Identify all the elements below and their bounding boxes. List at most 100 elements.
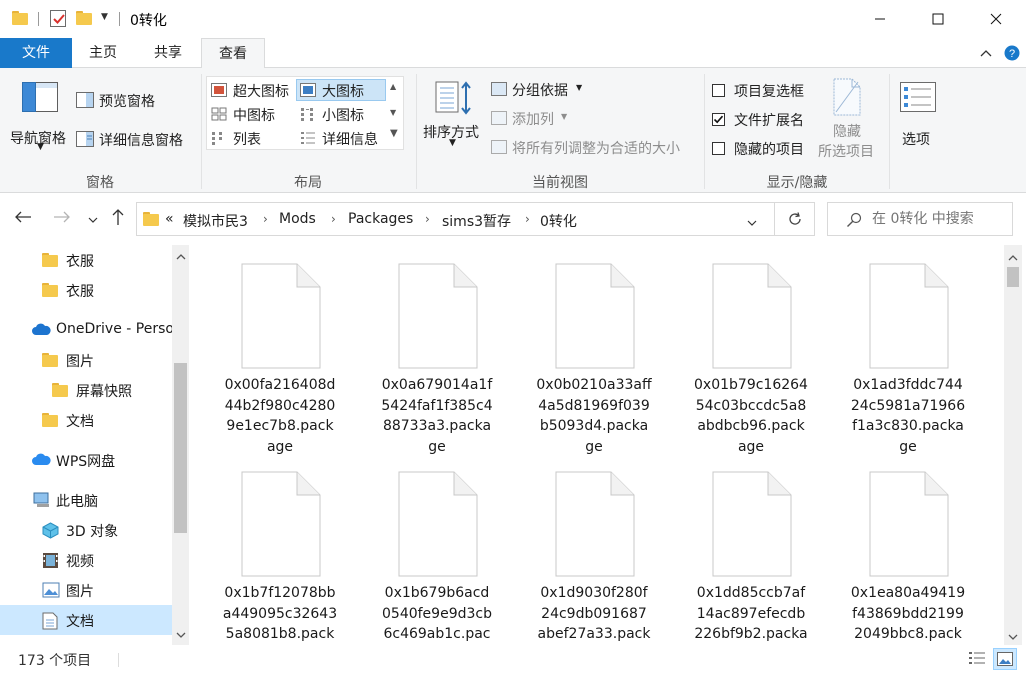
sidebar-item-pictures[interactable]: 图片	[0, 575, 172, 605]
folder-icon	[42, 353, 58, 367]
chevron-up-icon	[980, 50, 992, 57]
sidebar-item-onedrive[interactable]: OneDrive - Perso	[0, 315, 174, 345]
address-bar[interactable]: « 模拟市民3 › Mods › Packages › sims3暂存 › 0转…	[136, 202, 775, 236]
close-button[interactable]	[967, 0, 1025, 38]
file-item[interactable]: 0x1dd85ccb7af 14ac897efecdb 226bf9b2.packa	[681, 453, 821, 645]
sidebar-scrollbar[interactable]	[172, 245, 189, 645]
arrow-left-icon	[15, 211, 31, 223]
layout-option-extra-large[interactable]: 超大图标	[209, 80, 297, 102]
sidebar-item-this-pc[interactable]: 此电脑	[0, 485, 172, 515]
scroll-up-button[interactable]	[1008, 250, 1018, 266]
sidebar-item-documents[interactable]: 文档	[0, 405, 172, 435]
file-extensions-toggle[interactable]: 文件扩展名	[710, 109, 820, 131]
sidebar-item-clothes[interactable]: 衣服	[0, 275, 172, 305]
preview-pane-button[interactable]: 预览窗格	[76, 90, 186, 112]
item-checkboxes-checkbox[interactable]	[712, 84, 725, 97]
scroll-up-button[interactable]	[176, 249, 186, 265]
search-box[interactable]	[827, 202, 1013, 236]
breadcrumb-item[interactable]: 0转化	[540, 211, 577, 231]
sidebar-item-documents[interactable]: 文档	[0, 605, 172, 635]
back-button[interactable]	[14, 210, 32, 228]
breadcrumb-separator-icon[interactable]: ›	[425, 212, 430, 226]
hide-selected-button[interactable]: 隐藏 所选项目	[816, 76, 880, 162]
maximize-button[interactable]	[909, 0, 967, 38]
tab-home[interactable]: 主页	[74, 38, 132, 68]
file-extensions-checkbox[interactable]	[712, 113, 725, 126]
file-item[interactable]: 0x1ea80a49419 f43869bdd2199 2049bbc8.pack	[838, 453, 978, 645]
options-button[interactable]: 选项	[894, 76, 942, 162]
layout-option-small[interactable]: 小图标	[298, 104, 386, 126]
recent-locations-button[interactable]	[88, 212, 98, 228]
scroll-down-button[interactable]	[1008, 629, 1018, 645]
layout-option-list[interactable]: 列表	[209, 128, 297, 150]
file-item[interactable]: 0x1ad3fddc744 24c5981a71966 f1a3c830.packa…	[838, 245, 978, 455]
file-item[interactable]: 0x01b79c16264 54c03bccdc5a8 abdbcb96.pack a…	[681, 245, 821, 455]
file-item[interactable]: 0x00fa216408d 44b2f980c4280 9e1ec7b8.pack a…	[210, 245, 350, 455]
address-dropdown-button[interactable]	[747, 215, 757, 231]
sidebar-item-3d-objects[interactable]: 3D 对象	[0, 515, 172, 545]
tab-share[interactable]: 共享	[136, 38, 200, 68]
details-pane-button[interactable]: 详细信息窗格	[76, 129, 196, 151]
breadcrumb-item[interactable]: sims3暂存	[442, 211, 511, 231]
quick-access-dropdown-icon[interactable]: ▼	[101, 12, 108, 22]
forward-button[interactable]	[53, 210, 71, 228]
file-icon	[555, 471, 635, 577]
navigation-pane-button[interactable]: 导航窗格 ▼	[8, 76, 72, 156]
layout-option-large[interactable]: 大图标	[298, 80, 386, 102]
size-columns-button[interactable]: 将所有列调整为合适的大小	[490, 137, 700, 159]
hidden-items-checkbox[interactable]	[712, 142, 725, 155]
file-item[interactable]: 0x1b679b6acd 0540fe9e9d3cb 6c469ab1c.pac	[367, 453, 507, 645]
breadcrumb-separator-icon[interactable]: ›	[331, 212, 336, 226]
details-view-button[interactable]	[968, 650, 988, 668]
breadcrumb-item[interactable]: 模拟市民3	[183, 211, 248, 231]
layout-more-dropdown[interactable]: ▼	[390, 128, 398, 139]
item-checkboxes-toggle[interactable]: 项目复选框	[710, 80, 820, 102]
file-item[interactable]: 0x0a679014a1f 5424faf1f385c4 88733a3.packa…	[367, 245, 507, 455]
navigation-pane: 衣服 衣服 OneDrive - Perso 图片 屏幕快照 文档 WPS网盘 …	[0, 245, 194, 645]
scroll-down-button[interactable]	[176, 627, 186, 643]
sidebar-item-clothes[interactable]: 衣服	[0, 245, 172, 275]
breadcrumb-item[interactable]: Mods	[279, 211, 316, 227]
chevron-down-icon: ▼	[576, 83, 583, 92]
add-columns-button[interactable]: 添加列 ▼	[490, 108, 580, 130]
refresh-button[interactable]	[775, 202, 815, 236]
sidebar-item-wps-cloud[interactable]: WPS网盘	[0, 445, 172, 475]
scrollbar-thumb[interactable]	[1007, 267, 1019, 287]
sidebar-item-label: 图片	[66, 584, 94, 600]
breadcrumb-separator-icon[interactable]: ›	[263, 212, 268, 226]
minimize-button[interactable]	[851, 0, 909, 38]
search-input[interactable]	[872, 208, 1008, 230]
tab-view[interactable]: 查看	[201, 38, 265, 69]
layout-option-details[interactable]: 详细信息	[298, 128, 386, 150]
collapse-ribbon-button[interactable]	[973, 38, 999, 68]
breadcrumb-item[interactable]: Packages	[348, 211, 413, 227]
properties-check-icon[interactable]	[50, 10, 66, 27]
file-list-scrollbar[interactable]	[1004, 245, 1022, 645]
large-icons-view-button[interactable]	[993, 648, 1017, 670]
scrollbar-thumb[interactable]	[174, 363, 187, 533]
up-button[interactable]	[111, 208, 125, 230]
hide-selected-icon	[833, 78, 861, 116]
layout-scroll-down[interactable]: ▼	[390, 108, 396, 117]
sidebar-item-label: 文档	[66, 414, 94, 430]
chevron-down-icon	[88, 217, 98, 223]
breadcrumb-separator-icon[interactable]: ›	[525, 212, 530, 226]
tab-file[interactable]: 文件	[0, 38, 72, 68]
file-item[interactable]: 0x0b0210a33aff 4a5d81969f039 b5093d4.packa…	[524, 245, 664, 455]
layout-scroll-up[interactable]: ▲	[390, 82, 396, 91]
sort-by-button[interactable]: 排序方式 ▼	[420, 76, 486, 160]
current-view-group-label: 当前视图	[532, 175, 588, 191]
file-item[interactable]: 0x1d9030f280f 24c9db091687 abef27a33.pack	[524, 453, 664, 645]
file-item[interactable]: 0x1b7f12078bb a449095c32643 5a8081b8.pack	[210, 453, 350, 645]
help-button[interactable]: ?	[999, 38, 1025, 68]
layout-option-medium[interactable]: 中图标	[209, 104, 297, 126]
sidebar-item-videos[interactable]: 视频	[0, 545, 172, 575]
size-columns-icon	[491, 140, 507, 154]
folder-icon	[42, 253, 58, 267]
sidebar-item-pictures[interactable]: 图片	[0, 345, 172, 375]
hidden-items-toggle[interactable]: 隐藏的项目	[710, 138, 820, 160]
new-folder-icon[interactable]	[76, 11, 92, 25]
sidebar-item-screenshots[interactable]: 屏幕快照	[0, 375, 172, 405]
group-by-button[interactable]: 分组依据 ▼	[490, 79, 590, 101]
breadcrumb-overflow[interactable]: «	[165, 211, 174, 227]
